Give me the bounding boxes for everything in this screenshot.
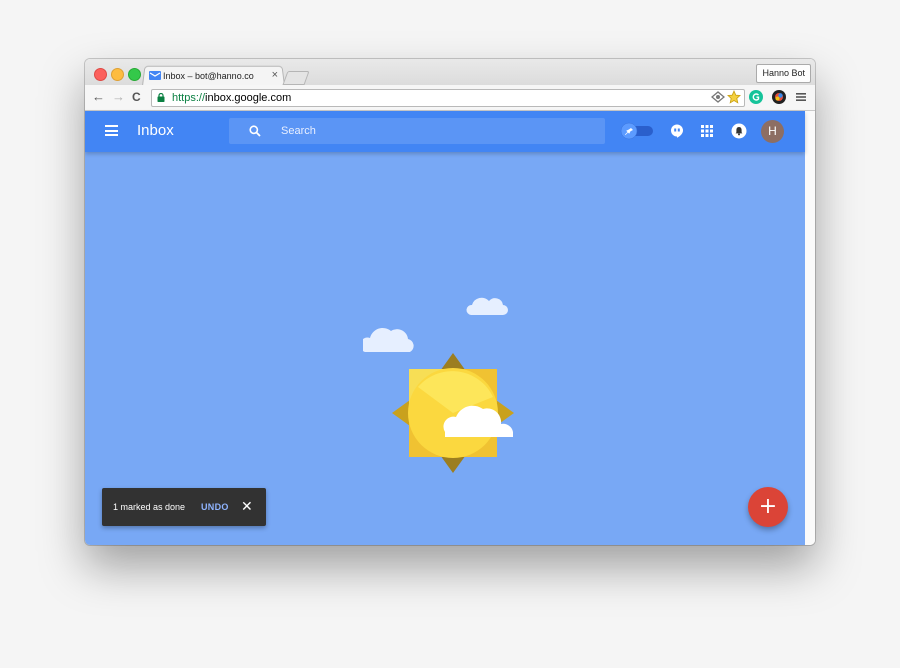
colorpicker-extension-icon[interactable]	[772, 90, 786, 104]
lock-icon	[157, 93, 165, 102]
search-input[interactable]: Search	[281, 125, 316, 137]
hangouts-icon[interactable]	[670, 124, 684, 138]
search-bar[interactable]: Search	[229, 118, 605, 144]
notifications-icon[interactable]	[731, 123, 747, 139]
minimize-window-button[interactable]	[111, 68, 124, 81]
new-tab-button[interactable]	[282, 71, 310, 85]
eye-extension-icon[interactable]	[711, 90, 725, 104]
reload-button[interactable]: C	[132, 89, 141, 105]
apps-grid-icon[interactable]	[701, 125, 713, 137]
app-title: Inbox	[137, 122, 174, 139]
address-bar[interactable]: https://inbox.google.com	[151, 89, 745, 107]
pin-toggle[interactable]	[619, 122, 655, 140]
url-scheme: https://	[172, 92, 206, 104]
scrollbar[interactable]	[804, 111, 815, 545]
browser-toolbar: ← → C https://inbox.google.com	[85, 85, 815, 111]
url-text: https://inbox.google.com	[172, 90, 291, 106]
inbox-favicon-icon	[149, 71, 161, 80]
compose-button[interactable]: +	[748, 487, 788, 527]
snackbar: 1 marked as done UNDO ✕	[102, 488, 266, 526]
close-window-button[interactable]	[94, 68, 107, 81]
inbox-app-bar: Inbox Search H	[85, 111, 805, 152]
url-host: inbox.google.com	[205, 92, 292, 104]
tab-close-icon[interactable]: ×	[272, 69, 278, 81]
tab-strip: Inbox – bot@hanno.co × Hanno Bot	[85, 59, 815, 86]
profile-button[interactable]: Hanno Bot	[756, 64, 811, 83]
chrome-menu-icon[interactable]	[795, 91, 807, 103]
maximize-window-button[interactable]	[128, 68, 141, 81]
inbox-zero-background: 1 marked as done UNDO ✕ +	[85, 152, 805, 545]
avatar[interactable]: H	[761, 120, 784, 143]
tab-inbox[interactable]: Inbox – bot@hanno.co ×	[147, 67, 282, 85]
cloud-small-icon	[466, 297, 508, 315]
browser-window: Inbox – bot@hanno.co × Hanno Bot ← → C h…	[85, 59, 815, 545]
cloud-left-icon	[363, 327, 414, 352]
tab-title: Inbox – bot@hanno.co	[163, 71, 254, 81]
menu-icon[interactable]	[105, 125, 118, 136]
search-icon	[249, 125, 261, 137]
inbox-zero-sun-illustration	[363, 297, 514, 473]
close-icon[interactable]: ✕	[241, 498, 253, 515]
back-button[interactable]: ←	[92, 89, 105, 105]
snackbar-message: 1 marked as done	[113, 502, 186, 512]
grammarly-icon[interactable]	[749, 90, 763, 104]
undo-button[interactable]: UNDO	[201, 502, 229, 512]
star-icon[interactable]	[727, 90, 741, 104]
forward-button[interactable]: →	[112, 89, 125, 105]
